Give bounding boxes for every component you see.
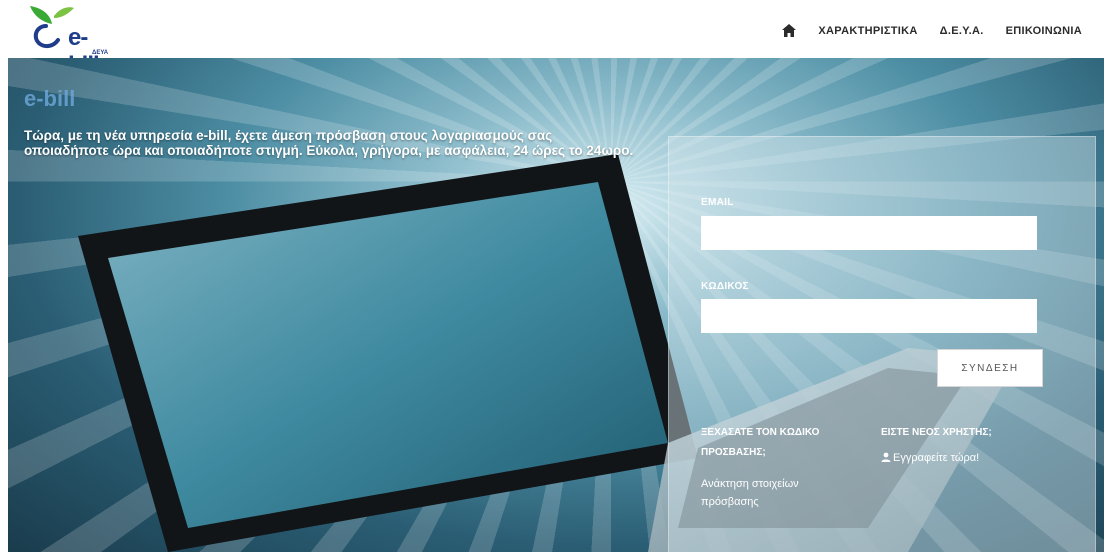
- nav-item-contact[interactable]: ΕΠΙΚΟΙΝΩΝΙΑ: [1006, 25, 1082, 37]
- logo-subtext: ΔΕΥΑ: [92, 50, 109, 56]
- home-icon[interactable]: [782, 24, 797, 37]
- forgot-password-link[interactable]: Ανάκτηση στοιχείων πρόσβασης: [701, 475, 851, 511]
- register-link[interactable]: Εγγραφείτε τώρα!: [881, 449, 979, 467]
- nav-item-deya[interactable]: Δ.Ε.Υ.Α.: [940, 25, 984, 37]
- hero-section: e-bill Τώρα, με τη νέα υπηρεσία e-bill, …: [8, 58, 1104, 552]
- password-input[interactable]: [701, 299, 1037, 333]
- forgot-password-heading: ΞΕΧΑΣΑΤΕ ΤΟΝ ΚΩΔΙΚΟ ΠΡΟΣΒΑΣΗΣ;: [701, 427, 820, 458]
- register-link-text: Εγγραφείτε τώρα!: [893, 452, 980, 464]
- new-user-heading: ΕΙΣΤΕ ΝΕΟΣ ΧΡΗΣΤΗΣ;: [881, 427, 992, 438]
- password-label: ΚΩΔΙΚΟΣ: [701, 281, 749, 292]
- user-icon: [881, 452, 891, 462]
- email-label: EMAIL: [701, 197, 734, 208]
- email-input[interactable]: [701, 216, 1037, 250]
- login-button[interactable]: ΣΥΝΔΕΣΗ: [937, 349, 1043, 387]
- hero-description: Τώρα, με τη νέα υπηρεσία e-bill, έχετε ά…: [24, 128, 634, 158]
- header: e-bill ΔΕΥΑ ΧΑΡΑΚΤΗΡΙΣΤΙΚΑ Δ.Ε.Υ.Α. ΕΠΙΚ…: [0, 0, 1104, 79]
- main-nav: ΧΑΡΑΚΤΗΡΙΣΤΙΚΑ Δ.Ε.Υ.Α. ΕΠΙΚΟΙΝΩΝΙΑ: [782, 24, 1082, 37]
- logo[interactable]: e-bill ΔΕΥΑ: [24, 4, 114, 79]
- hero-title: e-bill: [24, 86, 76, 111]
- login-panel: EMAIL ΚΩΔΙΚΟΣ ΣΥΝΔΕΣΗ ΞΕΧΑΣΑΤΕ ΤΟΝ ΚΩΔΙΚ…: [668, 136, 1096, 552]
- nav-item-features[interactable]: ΧΑΡΑΚΤΗΡΙΣΤΙΚΑ: [818, 25, 917, 37]
